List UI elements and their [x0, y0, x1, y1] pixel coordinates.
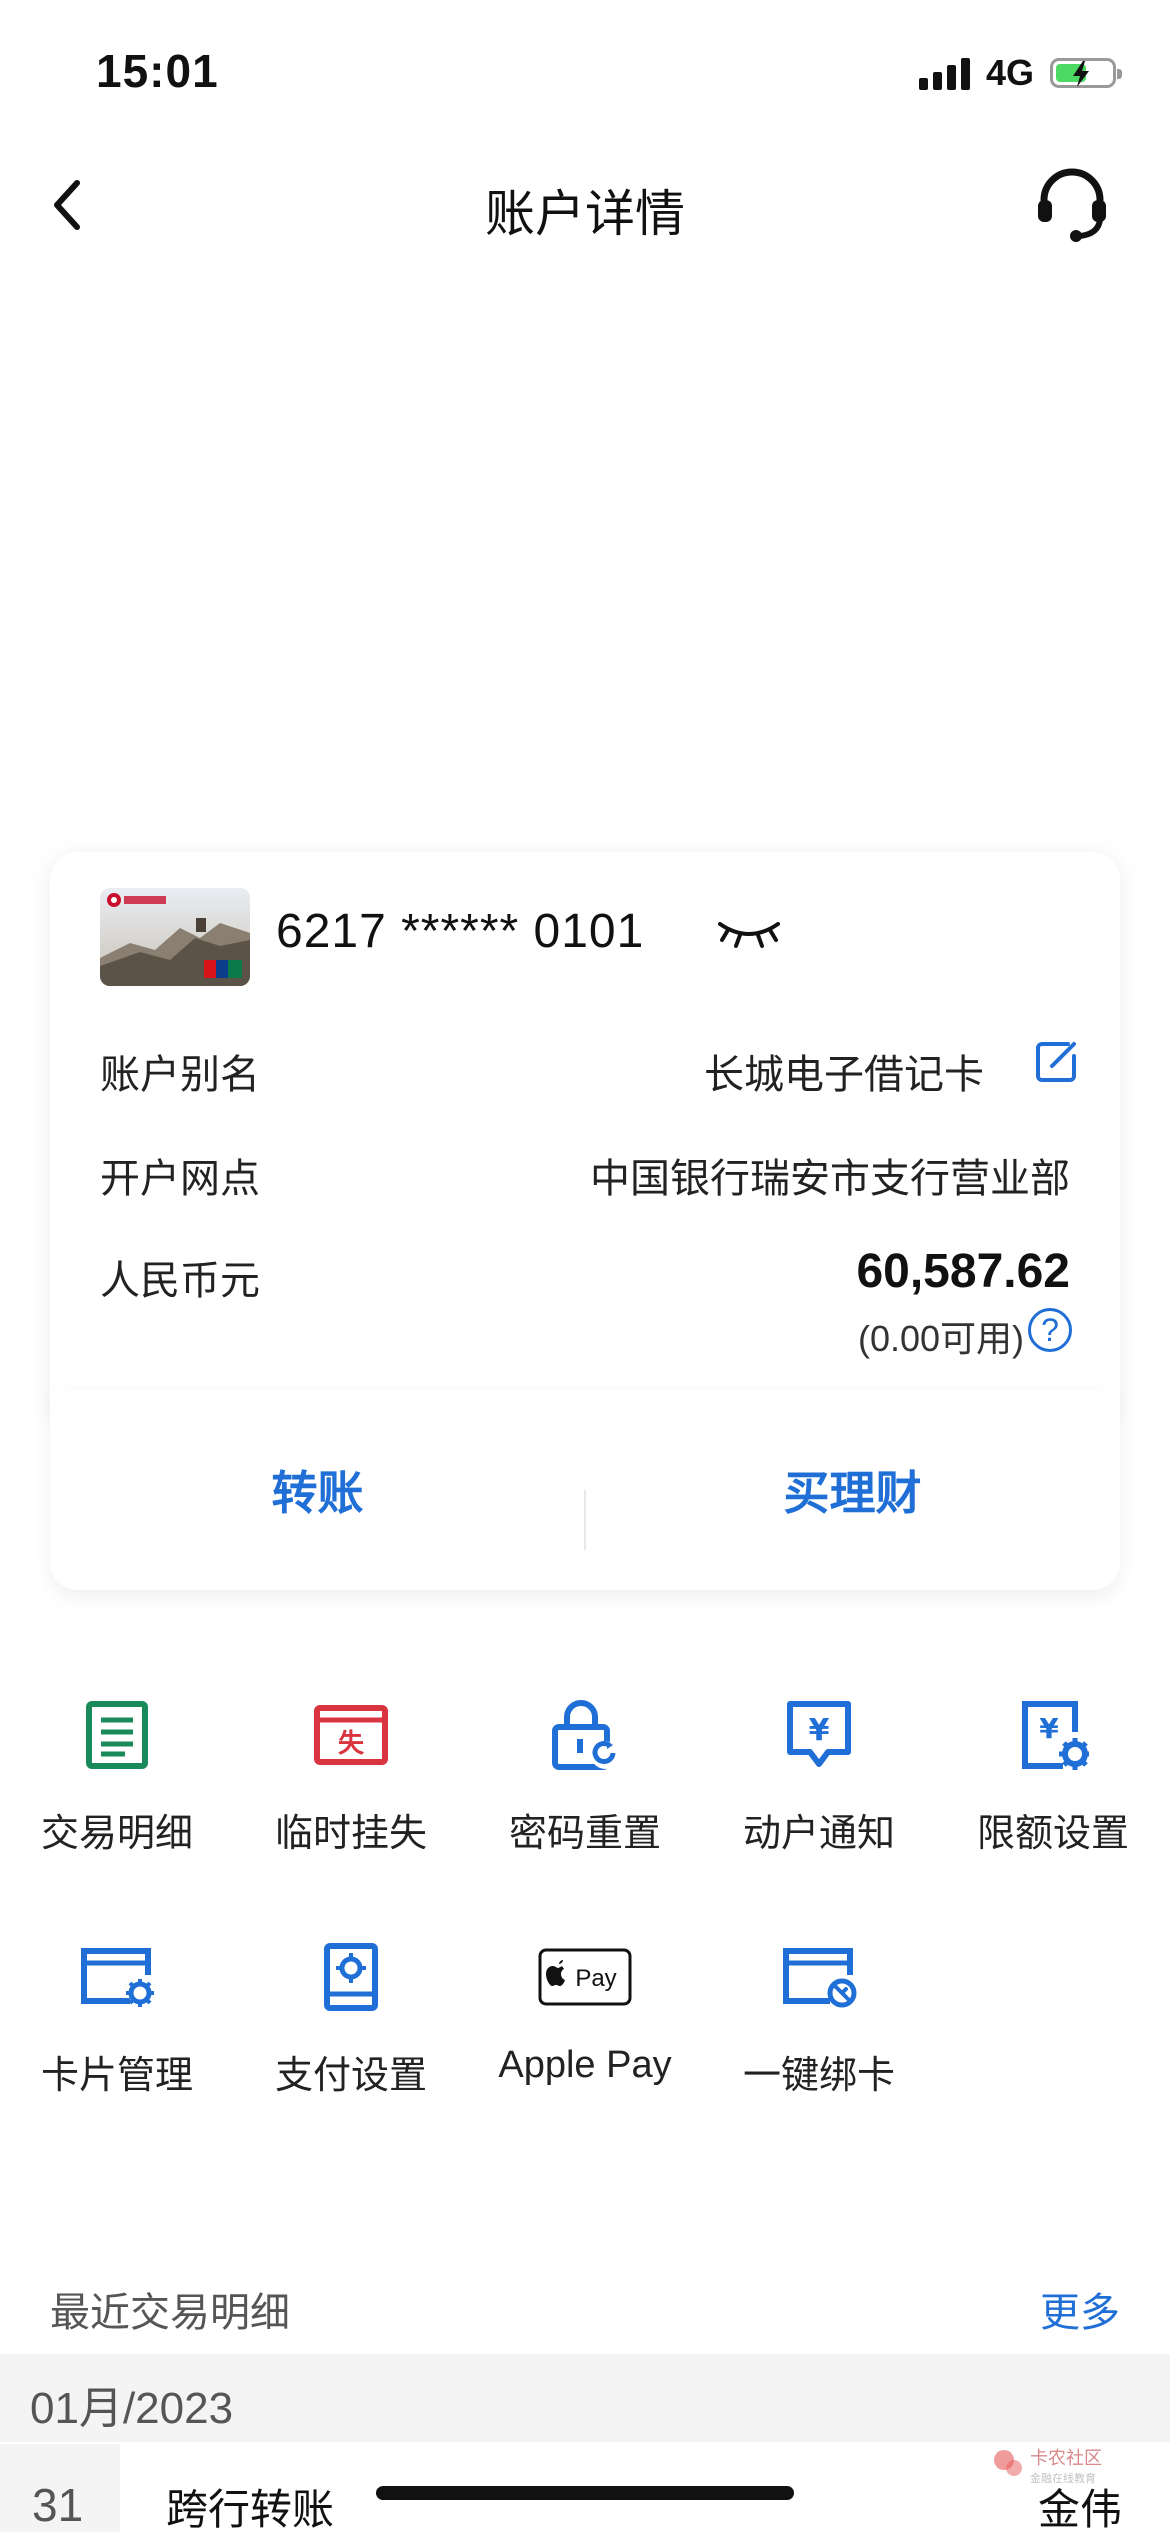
- status-indicators: 4G: [918, 52, 1122, 94]
- account-card: 6217 ****** 0101 账户别名 长城电子借记卡 开户网点 中国银行瑞…: [50, 852, 1120, 1420]
- function-label: 限额设置: [976, 1813, 1129, 1855]
- apple-pay-icon: Pay: [468, 1932, 702, 2022]
- network-type: 4G: [985, 52, 1034, 93]
- more-link[interactable]: 更多: [1040, 2280, 1120, 2338]
- limit-settings-icon: ¥: [936, 1690, 1170, 1780]
- transaction-list-icon: [0, 1690, 234, 1780]
- currency-label: 人民币元: [100, 1259, 260, 1303]
- transaction-day: 31: [32, 2479, 84, 2531]
- alias-value: 长城电子借记卡: [704, 1053, 984, 1097]
- headset-icon: [1038, 168, 1106, 242]
- account-notice-icon: ¥: [702, 1690, 936, 1780]
- buy-wealth-button[interactable]: 买理财: [585, 1420, 1120, 1560]
- function-label: 交易明细: [40, 1813, 193, 1855]
- function-label: 密码重置: [508, 1813, 661, 1855]
- branch-label: 开户网点: [100, 1157, 260, 1201]
- svg-text:失: 失: [338, 1729, 365, 1759]
- report-loss-icon: 失: [234, 1690, 468, 1780]
- debit-card-image: [100, 888, 250, 986]
- status-time: 15:01: [96, 45, 219, 97]
- svg-text:¥: ¥: [1039, 1712, 1059, 1745]
- function-apple-pay[interactable]: Pay Apple Pay: [468, 1932, 702, 2132]
- function-bind-card[interactable]: 一键绑卡: [702, 1932, 936, 2132]
- function-label: 一键绑卡: [742, 2055, 895, 2097]
- home-indicator[interactable]: [376, 2486, 794, 2500]
- function-label: 临时挂失: [274, 1813, 427, 1855]
- recent-transactions-title: 最近交易明细: [50, 2291, 290, 2335]
- watermark-logo: 卡农社区 金融在线教育: [990, 2440, 1110, 2490]
- balance-value: 60,587.62: [856, 1245, 1070, 1298]
- customer-service-button[interactable]: [1030, 160, 1114, 244]
- function-card-management[interactable]: 卡片管理: [0, 1932, 234, 2132]
- alias-label: 账户别名: [100, 1053, 260, 1097]
- function-label: 动户通知: [742, 1813, 895, 1855]
- svg-text:Pay: Pay: [575, 1965, 616, 1992]
- hide-number-toggle[interactable]: [714, 914, 784, 954]
- function-limit-settings[interactable]: ¥ 限额设置: [936, 1690, 1170, 1890]
- transfer-button[interactable]: 转账: [50, 1420, 585, 1560]
- month-label: 01月/2023: [30, 2384, 234, 2433]
- function-label: 支付设置: [274, 2055, 427, 2097]
- function-payment-settings[interactable]: 支付设置: [234, 1932, 468, 2132]
- payment-settings-icon: [234, 1932, 468, 2022]
- function-label: 卡片管理: [40, 2055, 193, 2097]
- card-number: 6217 ****** 0101: [276, 905, 645, 958]
- function-label: Apple Pay: [498, 2044, 672, 2086]
- svg-text:¥: ¥: [809, 1713, 830, 1748]
- svg-text:金融在线教育: 金融在线教育: [1030, 2471, 1096, 2485]
- function-password-reset[interactable]: 密码重置: [468, 1690, 702, 1890]
- password-reset-icon: [468, 1690, 702, 1780]
- card-management-icon: [0, 1932, 234, 2022]
- eye-closed-icon: [718, 922, 780, 948]
- transaction-type[interactable]: 跨行转账: [166, 2476, 334, 2537]
- edit-icon[interactable]: [1032, 1038, 1080, 1086]
- branch-value: 中国银行瑞安市支行营业部: [590, 1157, 1070, 1201]
- help-icon[interactable]: ?: [1028, 1308, 1072, 1352]
- function-report-loss[interactable]: 失 临时挂失: [234, 1690, 468, 1890]
- action-panel: 转账 买理财: [50, 1390, 1120, 1590]
- available-balance: (0.00可用): [857, 1318, 1024, 1359]
- function-account-notice[interactable]: ¥ 动户通知: [702, 1690, 936, 1890]
- function-transaction-details[interactable]: 交易明细: [0, 1690, 234, 1890]
- bind-card-icon: [702, 1932, 936, 2022]
- page-title: 账户详情: [485, 186, 685, 242]
- battery-icon: [1050, 58, 1122, 88]
- svg-text:卡农社区: 卡农社区: [1030, 2448, 1102, 2469]
- signal-icon: [918, 56, 970, 90]
